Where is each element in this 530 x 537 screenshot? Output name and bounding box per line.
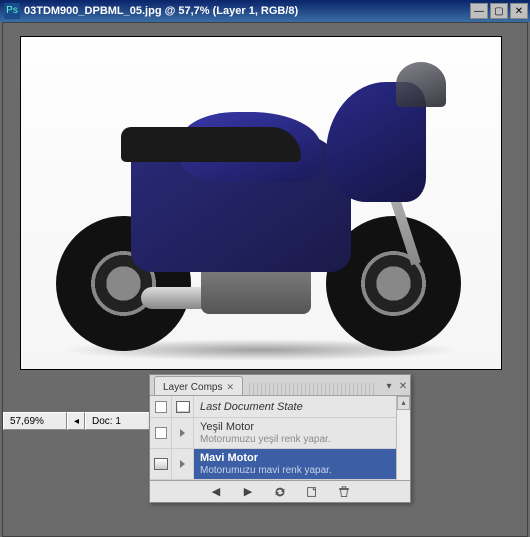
prev-comp-button[interactable]: ◀: [207, 484, 225, 500]
next-comp-button[interactable]: ▶: [239, 484, 257, 500]
panel-body: Last Document State Yeşil Motor Motorumu…: [150, 396, 396, 480]
layer-comps-panel: Layer Comps ✕ ▾ ✕ Last Document State Ye…: [149, 374, 411, 503]
update-comp-button[interactable]: [271, 484, 289, 500]
comp-name: Mavi Motor: [200, 452, 390, 464]
delete-comp-button[interactable]: [335, 484, 353, 500]
row-label: Last Document State: [200, 401, 390, 413]
comp-name: Yeşil Motor: [200, 421, 390, 433]
window-titlebar: Ps 03TDM900_DPBML_05.jpg @ 57,7% (Layer …: [0, 0, 530, 22]
canvas[interactable]: [21, 37, 501, 369]
panel-close-icon[interactable]: ✕: [396, 381, 410, 395]
expand-icon[interactable]: [180, 460, 185, 468]
tab-layer-comps[interactable]: Layer Comps ✕: [154, 376, 243, 395]
panel-scrollbar[interactable]: ▴: [396, 396, 410, 480]
close-tab-icon[interactable]: ✕: [226, 382, 234, 393]
apply-checkbox[interactable]: [155, 401, 167, 413]
close-button[interactable]: ✕: [510, 3, 528, 19]
expand-icon[interactable]: [180, 429, 185, 437]
panel-minimize-icon[interactable]: ▾: [382, 381, 396, 395]
panel-grip[interactable]: [249, 383, 376, 395]
document-title: 03TDM900_DPBML_05.jpg @ 57,7% (Layer 1, …: [24, 5, 468, 17]
panel-footer: ◀ ▶: [150, 480, 410, 502]
image-content: [21, 37, 501, 369]
last-document-state-row[interactable]: Last Document State: [150, 396, 396, 418]
layer-comp-row[interactable]: Yeşil Motor Motorumuzu yeşil renk yapar.: [150, 418, 396, 449]
new-comp-button[interactable]: [303, 484, 321, 500]
app-icon: Ps: [4, 3, 20, 19]
zoom-level[interactable]: 57,69%: [3, 412, 67, 430]
comp-description: Motorumuzu yeşil renk yapar.: [200, 434, 390, 445]
scroll-left-button[interactable]: ◂: [67, 412, 85, 430]
apply-checkbox[interactable]: [155, 427, 167, 439]
minimize-button[interactable]: —: [470, 3, 488, 19]
scroll-up-icon[interactable]: ▴: [397, 396, 410, 410]
tab-label: Layer Comps: [163, 382, 222, 393]
layer-comp-row-selected[interactable]: Mavi Motor Motorumuzu mavi renk yapar.: [150, 449, 396, 480]
comp-description: Motorumuzu mavi renk yapar.: [200, 465, 390, 476]
state-icon: [176, 401, 190, 413]
maximize-button[interactable]: ▢: [490, 3, 508, 19]
panel-tab-bar: Layer Comps ✕ ▾ ✕: [150, 375, 410, 396]
applied-icon: [154, 458, 168, 470]
